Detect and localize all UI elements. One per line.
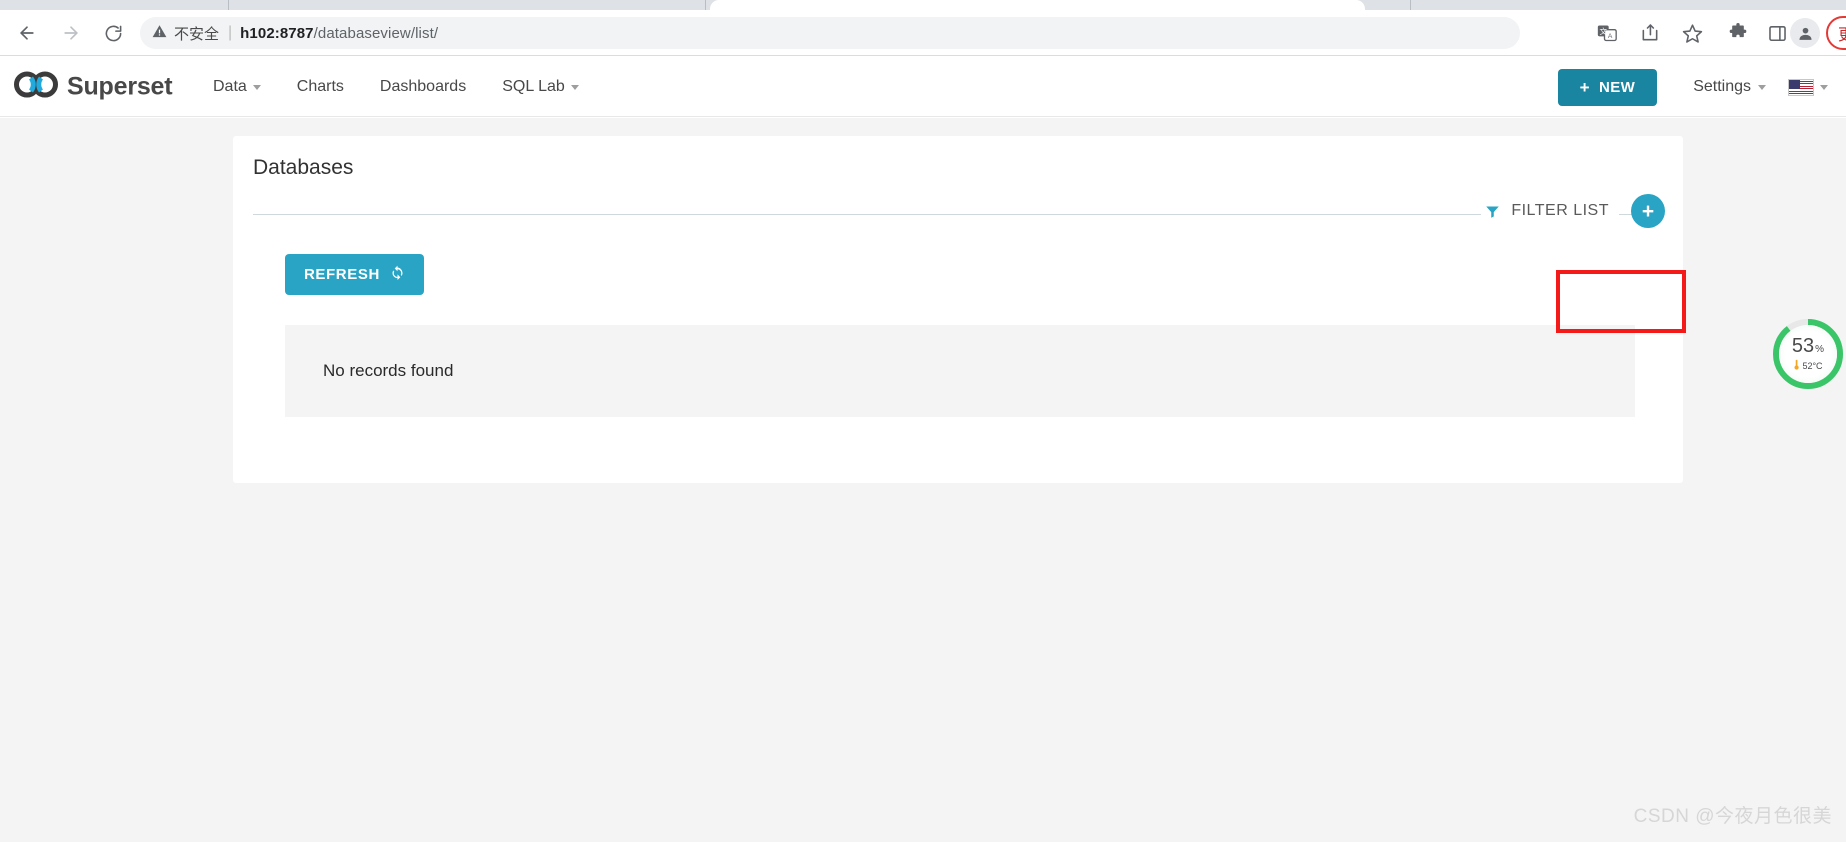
profile-avatar-icon[interactable] bbox=[1790, 18, 1820, 48]
tab-separator bbox=[1410, 0, 1411, 10]
share-icon[interactable] bbox=[1635, 18, 1665, 48]
superset-nav-links: Data Charts Dashboards SQL Lab bbox=[195, 57, 597, 117]
svg-text:A: A bbox=[1608, 33, 1613, 40]
url-host: h102:8787 bbox=[240, 25, 313, 42]
page-title: Databases bbox=[253, 156, 353, 180]
gauge-percent-unit: % bbox=[1815, 345, 1824, 355]
browser-tab-strip bbox=[0, 0, 1846, 10]
superset-logo-icon bbox=[14, 71, 58, 102]
forward-button[interactable] bbox=[54, 16, 88, 50]
extensions-puzzle-icon[interactable] bbox=[1723, 18, 1753, 48]
us-flag-icon bbox=[1788, 79, 1814, 96]
header-divider bbox=[253, 214, 1663, 215]
security-label: 不安全 bbox=[174, 23, 219, 44]
nav-item-data-label: Data bbox=[213, 78, 247, 96]
address-bar[interactable]: 不安全 | h102:8787/databaseview/list/ bbox=[140, 17, 1520, 49]
refresh-button-label: REFRESH bbox=[304, 266, 380, 283]
active-browser-tab[interactable] bbox=[710, 0, 1365, 10]
profile-badge[interactable]: 更 bbox=[1826, 16, 1846, 50]
filter-list-label[interactable]: FILTER LIST bbox=[1503, 202, 1619, 220]
superset-navbar: Superset Data Charts Dashboards SQL Lab … bbox=[0, 57, 1846, 117]
translate-icon[interactable]: 文 A bbox=[1592, 18, 1622, 48]
filter-funnel-icon[interactable] bbox=[1481, 204, 1503, 219]
chevron-down-icon bbox=[1758, 85, 1766, 90]
language-selector[interactable] bbox=[1780, 79, 1838, 96]
nav-item-sql-lab[interactable]: SQL Lab bbox=[484, 57, 597, 117]
card-header-actions: FILTER LIST + bbox=[1481, 194, 1665, 228]
thermometer-icon bbox=[1793, 359, 1800, 372]
nav-item-dashboards[interactable]: Dashboards bbox=[362, 57, 484, 117]
gauge-percent-number: 53 bbox=[1792, 336, 1814, 356]
site-security-status[interactable]: 不安全 bbox=[152, 23, 219, 44]
tab-separator bbox=[705, 0, 706, 10]
watermark: CSDN @今夜月色很美 bbox=[1634, 801, 1832, 828]
omnibox-separator: | bbox=[228, 24, 232, 42]
refresh-icon bbox=[390, 265, 405, 284]
gauge-temperature-value: 52°C bbox=[1802, 361, 1822, 371]
system-monitor-gauge[interactable]: 53% 52°C bbox=[1770, 316, 1846, 392]
settings-label: Settings bbox=[1693, 78, 1751, 96]
nav-item-dashboards-label: Dashboards bbox=[380, 78, 466, 96]
warning-triangle-icon bbox=[152, 24, 167, 43]
settings-menu[interactable]: Settings bbox=[1679, 78, 1780, 96]
add-database-button[interactable]: + bbox=[1631, 194, 1665, 228]
svg-text:文: 文 bbox=[1600, 26, 1608, 36]
chevron-down-icon bbox=[253, 85, 261, 90]
new-button-label: NEW bbox=[1599, 79, 1635, 96]
page-content-area: Databases FILTER LIST + REFRESH No recor… bbox=[0, 118, 1846, 842]
reload-button[interactable] bbox=[96, 16, 130, 50]
databases-card: Databases FILTER LIST + REFRESH No recor… bbox=[233, 136, 1683, 483]
url-text: h102:8787/databaseview/list/ bbox=[240, 25, 438, 42]
chevron-down-icon bbox=[571, 85, 579, 90]
url-path: /databaseview/list/ bbox=[314, 25, 438, 42]
plus-icon: + bbox=[1580, 79, 1590, 96]
nav-item-sql-lab-label: SQL Lab bbox=[502, 78, 565, 96]
nav-item-charts[interactable]: Charts bbox=[279, 57, 362, 117]
tab-separator bbox=[228, 0, 229, 10]
refresh-button[interactable]: REFRESH bbox=[285, 254, 424, 295]
gauge-temperature: 52°C bbox=[1793, 359, 1822, 372]
bookmark-star-icon[interactable] bbox=[1677, 18, 1707, 48]
annotation-highlight-box bbox=[1556, 270, 1686, 333]
navbar-right-group: + NEW Settings bbox=[1558, 57, 1838, 117]
side-panel-icon[interactable] bbox=[1762, 18, 1792, 48]
empty-state-panel: No records found bbox=[285, 325, 1635, 417]
browser-toolbar: 不安全 | h102:8787/databaseview/list/ 文 A bbox=[0, 10, 1846, 56]
chevron-down-icon bbox=[1820, 85, 1828, 90]
gauge-readout: 53% 52°C bbox=[1779, 325, 1837, 383]
superset-brand-label: Superset bbox=[67, 72, 172, 101]
nav-item-data[interactable]: Data bbox=[195, 57, 279, 117]
new-button[interactable]: + NEW bbox=[1558, 69, 1658, 106]
gauge-percent-value: 53% bbox=[1792, 336, 1824, 356]
superset-brand[interactable]: Superset bbox=[14, 71, 172, 102]
empty-state-message: No records found bbox=[323, 361, 453, 381]
nav-item-charts-label: Charts bbox=[297, 78, 344, 96]
back-button[interactable] bbox=[10, 16, 44, 50]
